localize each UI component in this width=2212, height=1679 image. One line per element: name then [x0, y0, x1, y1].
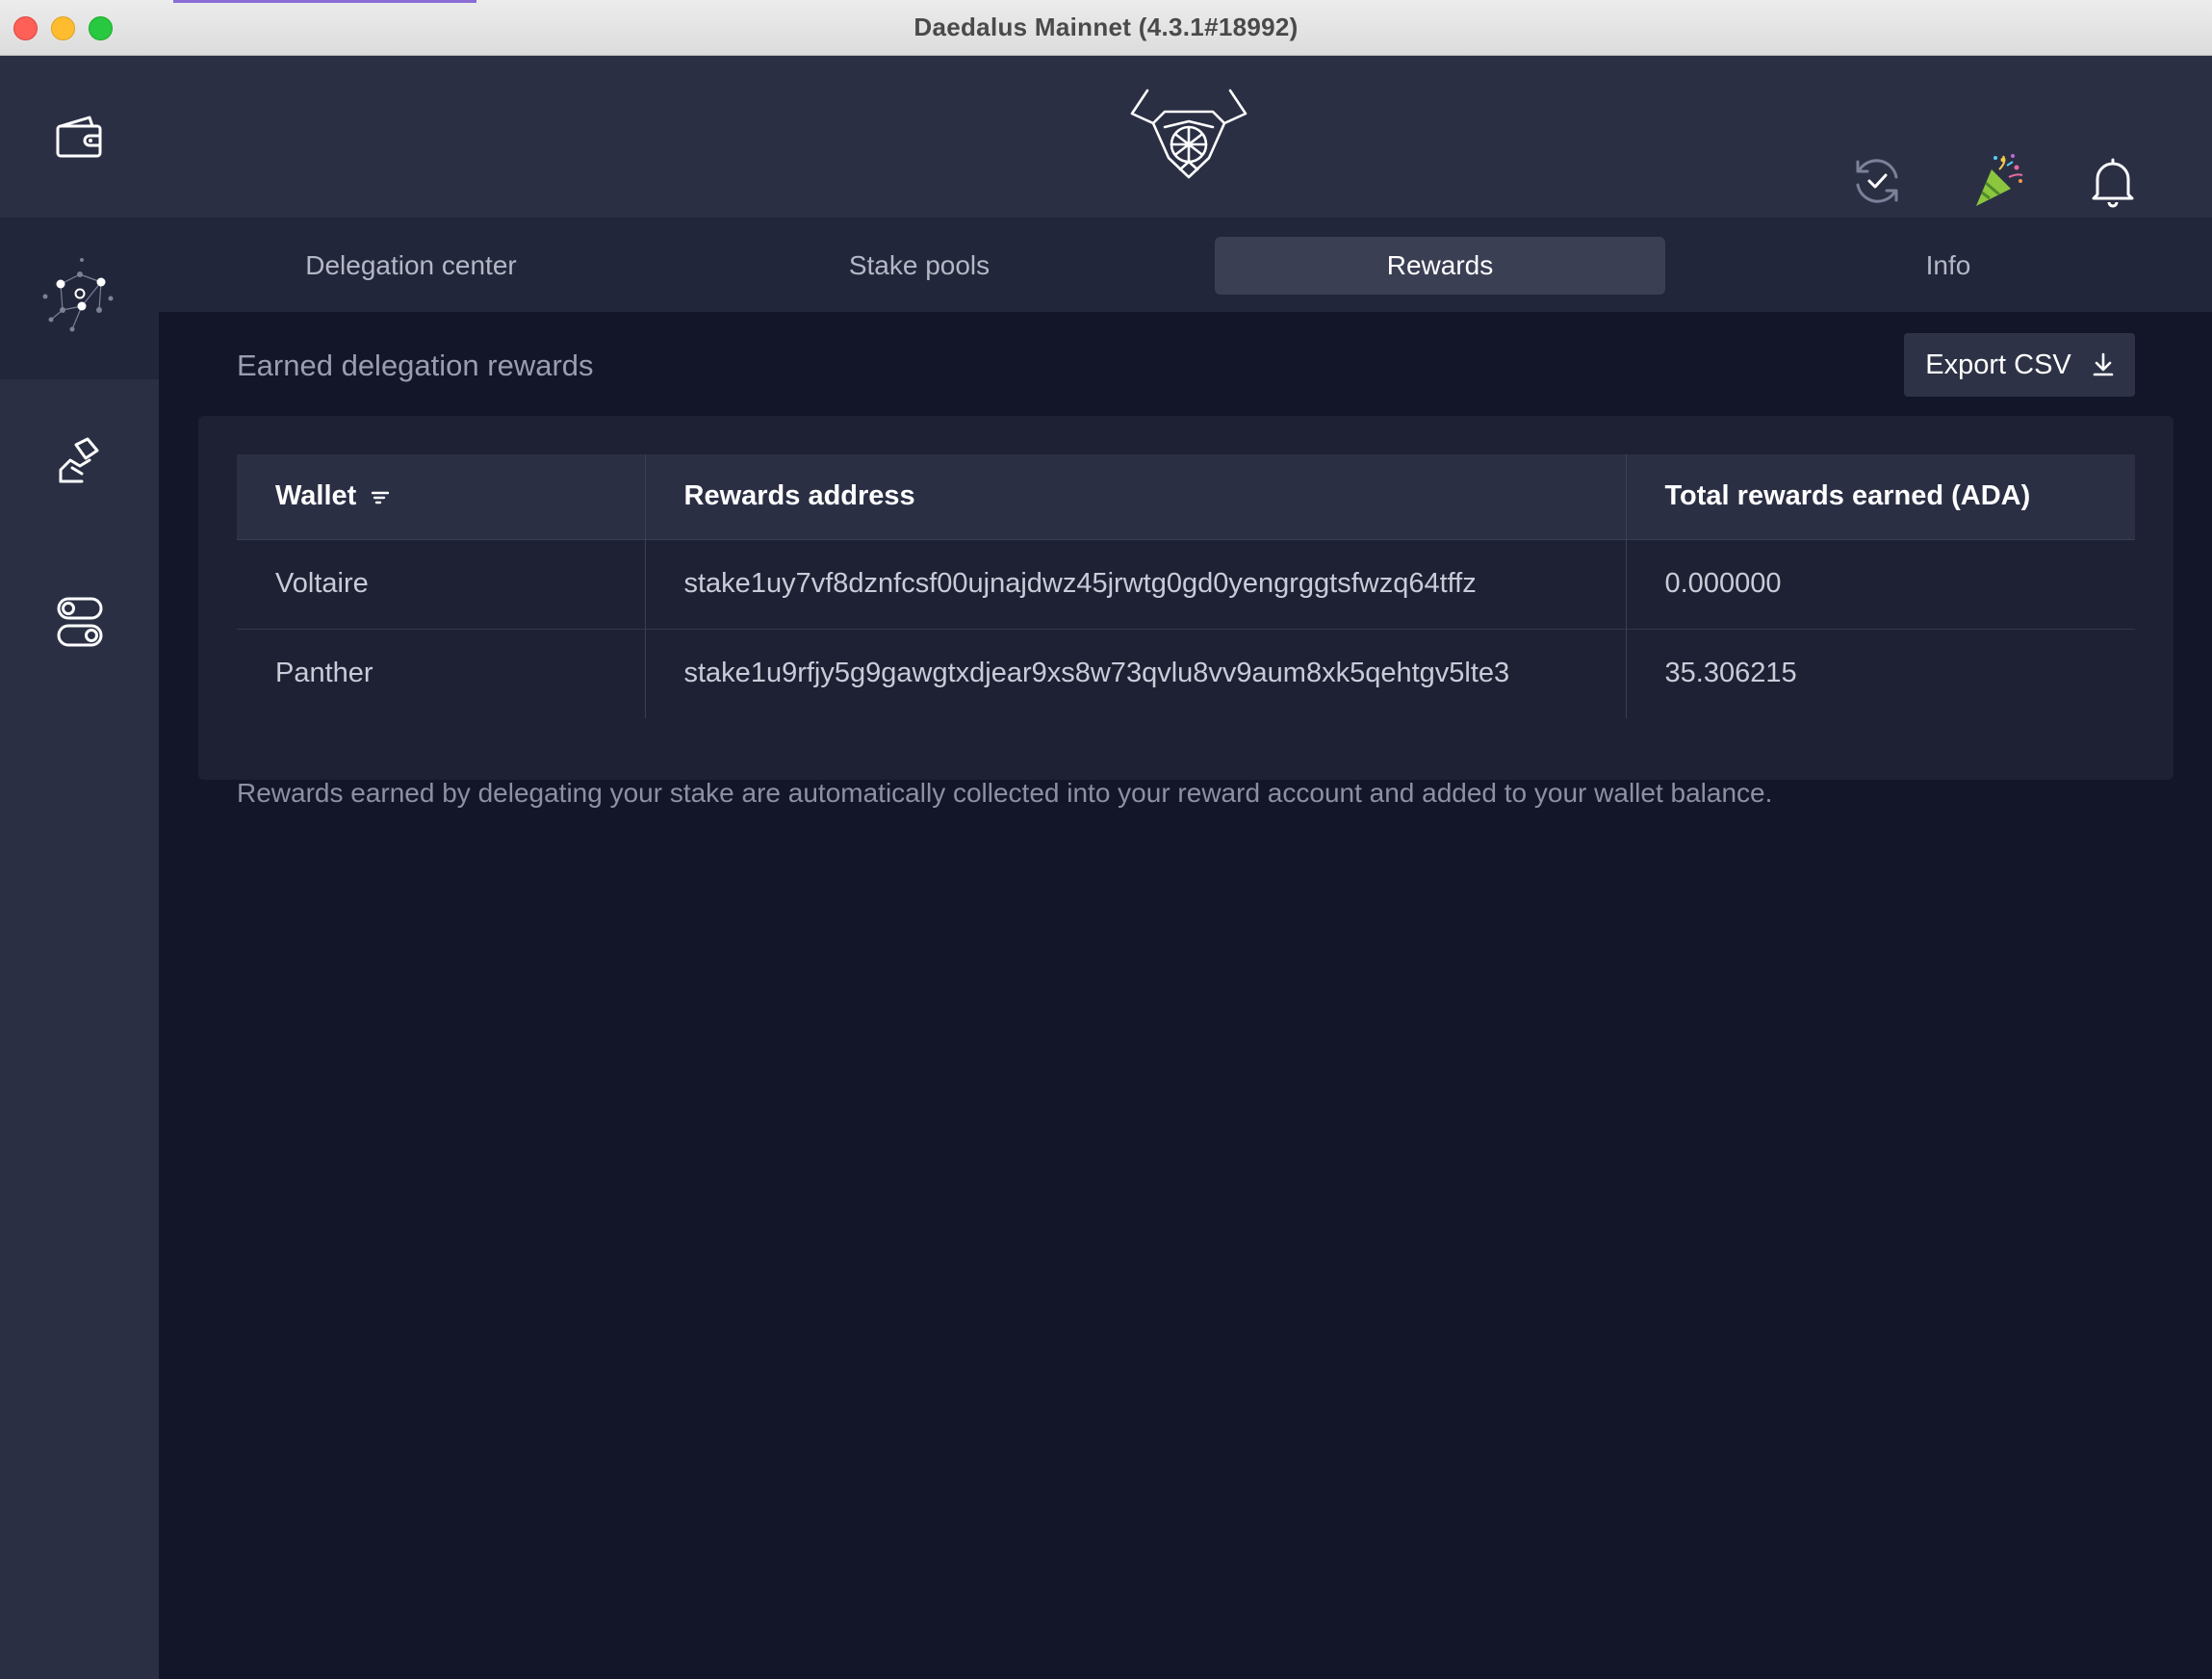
sort-icon[interactable] — [372, 490, 390, 505]
toggle-settings-icon — [57, 597, 102, 647]
voting-hand-icon — [59, 437, 98, 483]
column-header-wallet[interactable]: Wallet — [237, 454, 645, 540]
rewards-address-cell[interactable]: stake1u9rfjy5g9gawgtxdjear9xs8w73qvlu8vv… — [644, 629, 1626, 718]
rewards-address-cell[interactable]: stake1uy7vf8dznfcsf00ujnajdwz45jrwtg0gd0… — [644, 539, 1626, 630]
wallet-name-cell: Panther — [275, 658, 373, 689]
close-window-button[interactable] — [13, 16, 38, 40]
title-bar: Daedalus Mainnet (4.3.1#18992) — [0, 0, 2212, 56]
sidebar-item-settings[interactable] — [0, 541, 159, 703]
table-row: Voltaire stake1uy7vf8dznfcsf00ujnajdwz45… — [237, 539, 2135, 630]
network-nodes-icon — [42, 258, 113, 332]
tab-delegation-center[interactable]: Delegation center — [186, 237, 636, 295]
column-header-wallet-label: Wallet — [275, 480, 357, 512]
sidebar-item-voting[interactable] — [0, 379, 159, 541]
export-csv-label: Export CSV — [1925, 349, 2071, 380]
app-window: Daedalus Mainnet (4.3.1#18992) Delegatio… — [0, 0, 2212, 1679]
rewards-note: Rewards earned by delegating your stake … — [237, 778, 1773, 808]
tab-stake-pools[interactable]: Stake pools — [694, 237, 1145, 295]
table-header-row: Wallet Rewards address Total rewards ear… — [237, 454, 2135, 540]
sync-check-icon[interactable] — [1848, 152, 1906, 210]
minimize-window-button[interactable] — [51, 16, 75, 40]
total-rewards-cell: 0.000000 — [1625, 539, 2135, 630]
tab-info[interactable]: Info — [1723, 237, 2173, 295]
column-header-total-rewards[interactable]: Total rewards earned (ADA) — [1625, 454, 2135, 540]
delegation-tabs: Delegation center Stake pools Rewards In… — [159, 218, 2212, 312]
bell-icon[interactable] — [2084, 152, 2142, 210]
daedalus-bull-logo — [1130, 89, 1247, 179]
wallet-icon — [56, 116, 101, 158]
tab-rewards[interactable]: Rewards — [1215, 237, 1665, 295]
sidebar — [0, 56, 159, 1679]
window-title: Daedalus Mainnet (4.3.1#18992) — [913, 13, 1299, 41]
wallet-name-cell: Voltaire — [237, 539, 645, 630]
window-controls — [13, 16, 113, 40]
sidebar-item-delegation[interactable] — [0, 218, 159, 379]
column-header-address[interactable]: Rewards address — [644, 454, 1626, 540]
export-csv-button[interactable]: Export CSV — [1904, 333, 2135, 397]
rewards-table-card: Wallet Rewards address Total rewards ear… — [198, 416, 2173, 780]
title-bar-accent — [173, 0, 476, 3]
download-icon — [2093, 352, 2114, 376]
rewards-content: Earned delegation rewards Export CSV Wal… — [159, 312, 2212, 1679]
rewards-table: Wallet Rewards address Total rewards ear… — [237, 454, 2135, 718]
total-rewards-cell: 35.306215 — [1625, 629, 2135, 718]
sidebar-item-wallets[interactable] — [0, 56, 159, 218]
party-popper-icon[interactable] — [1968, 152, 2026, 210]
top-bar — [159, 56, 2212, 218]
table-row: Panther stake1u9rfjy5g9gawgtxdjear9xs8w7… — [237, 629, 2135, 718]
page-title: Earned delegation rewards — [237, 349, 594, 382]
maximize-window-button[interactable] — [89, 16, 113, 40]
